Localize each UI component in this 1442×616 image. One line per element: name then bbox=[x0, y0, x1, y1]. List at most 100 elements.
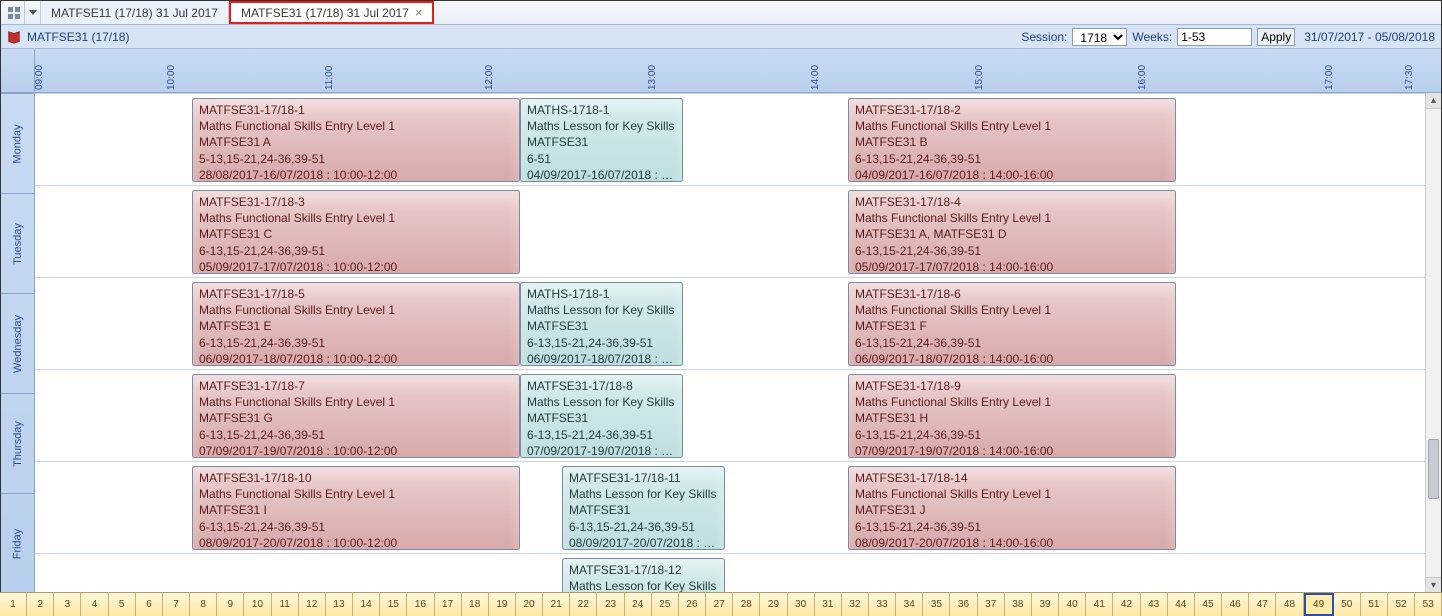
week-cell[interactable]: 34 bbox=[896, 593, 923, 616]
week-cell[interactable]: 13 bbox=[326, 593, 353, 616]
hour-mark: 10:00 bbox=[166, 65, 177, 90]
week-cell[interactable]: 30 bbox=[788, 593, 815, 616]
timetable-event[interactable]: MATFSE31-17/18-1Maths Functional Skills … bbox=[192, 98, 520, 182]
day-row: MATFSE31-17/18-3Maths Functional Skills … bbox=[35, 185, 1441, 277]
week-cell[interactable]: 16 bbox=[407, 593, 434, 616]
hour-mark: 13:00 bbox=[647, 65, 658, 90]
day-row: MATFSE31-17/18-10Maths Functional Skills… bbox=[35, 461, 1441, 553]
day-label: Tuesday bbox=[1, 193, 34, 293]
week-cell[interactable]: 7 bbox=[163, 593, 190, 616]
tab-matfse11[interactable]: MATFSE11 (17/18) 31 Jul 2017 bbox=[41, 1, 229, 24]
close-icon[interactable]: × bbox=[415, 5, 423, 20]
scroll-thumb[interactable] bbox=[1428, 439, 1439, 499]
tab-dropdown-icon[interactable] bbox=[25, 1, 41, 24]
week-cell[interactable]: 43 bbox=[1141, 593, 1168, 616]
week-cell[interactable]: 42 bbox=[1113, 593, 1140, 616]
hour-mark: 17:30 bbox=[1404, 65, 1415, 90]
week-cell[interactable]: 15 bbox=[380, 593, 407, 616]
timetable-event[interactable]: MATFSE31-17/18-10Maths Functional Skills… bbox=[192, 466, 520, 550]
timetable-event[interactable]: MATFSE31-17/18-7Maths Functional Skills … bbox=[192, 374, 520, 458]
vertical-scrollbar[interactable]: ▴ ▾ bbox=[1425, 93, 1441, 593]
week-cell[interactable]: 23 bbox=[597, 593, 624, 616]
day-row: MATFSE31-17/18-5Maths Functional Skills … bbox=[35, 277, 1441, 369]
session-label: Session: bbox=[1021, 30, 1067, 44]
week-cell[interactable]: 37 bbox=[978, 593, 1005, 616]
timetable-event[interactable]: MATFSE31-17/18-3Maths Functional Skills … bbox=[192, 190, 520, 274]
title-bar: MATFSE31 (17/18) Session: 1718 Weeks: Ap… bbox=[1, 25, 1441, 49]
week-cell[interactable]: 31 bbox=[815, 593, 842, 616]
page-title: MATFSE31 (17/18) bbox=[27, 30, 129, 44]
week-cell[interactable]: 39 bbox=[1032, 593, 1059, 616]
timetable-event[interactable]: MATHS-1718-1Maths Lesson for Key SkillsM… bbox=[520, 98, 683, 182]
tab-matfse31[interactable]: MATFSE31 (17/18) 31 Jul 2017 × bbox=[229, 1, 434, 24]
scroll-down-icon[interactable]: ▾ bbox=[1426, 577, 1441, 593]
timetable-event[interactable]: MATFSE31-17/18-12Maths Lesson for Key Sk… bbox=[562, 558, 725, 593]
week-cell[interactable]: 1 bbox=[0, 593, 27, 616]
week-cell[interactable]: 21 bbox=[543, 593, 570, 616]
week-cell[interactable]: 50 bbox=[1334, 593, 1361, 616]
timetable-event[interactable]: MATFSE31-17/18-11Maths Lesson for Key Sk… bbox=[562, 466, 725, 550]
timetable-event[interactable]: MATFSE31-17/18-6Maths Functional Skills … bbox=[848, 282, 1176, 366]
week-cell[interactable]: 11 bbox=[272, 593, 299, 616]
hour-mark: 15:00 bbox=[974, 65, 985, 90]
week-cell[interactable]: 41 bbox=[1086, 593, 1113, 616]
week-cell[interactable]: 9 bbox=[217, 593, 244, 616]
week-cell[interactable]: 29 bbox=[760, 593, 787, 616]
timetable-event[interactable]: MATFSE31-17/18-4Maths Functional Skills … bbox=[848, 190, 1176, 274]
week-cell[interactable]: 33 bbox=[869, 593, 896, 616]
week-cell[interactable]: 17 bbox=[435, 593, 462, 616]
week-cell[interactable]: 10 bbox=[244, 593, 271, 616]
scroll-up-icon[interactable]: ▴ bbox=[1426, 93, 1441, 109]
week-cell[interactable]: 26 bbox=[679, 593, 706, 616]
week-cell[interactable]: 45 bbox=[1195, 593, 1222, 616]
week-cell[interactable]: 14 bbox=[353, 593, 380, 616]
timetable-event[interactable]: MATFSE31-17/18-2Maths Functional Skills … bbox=[848, 98, 1176, 182]
weeks-input[interactable] bbox=[1177, 28, 1252, 46]
week-cell[interactable]: 53 bbox=[1415, 593, 1442, 616]
timetable-event[interactable]: MATFSE31-17/18-8Maths Lesson for Key Ski… bbox=[520, 374, 683, 458]
hour-mark: 17:00 bbox=[1324, 65, 1335, 90]
timetable-event[interactable]: MATFSE31-17/18-5Maths Functional Skills … bbox=[192, 282, 520, 366]
timetable-event[interactable]: MATFSE31-17/18-14Maths Functional Skills… bbox=[848, 466, 1176, 550]
time-ruler: 09:0010:0011:0012:0013:0014:0015:0016:00… bbox=[1, 49, 1441, 93]
week-cell[interactable]: 3 bbox=[54, 593, 81, 616]
week-cell[interactable]: 25 bbox=[652, 593, 679, 616]
week-cell[interactable]: 46 bbox=[1222, 593, 1249, 616]
week-cell[interactable]: 36 bbox=[950, 593, 977, 616]
day-label: Thursday bbox=[1, 393, 34, 493]
week-cell[interactable]: 32 bbox=[842, 593, 869, 616]
week-cell[interactable]: 44 bbox=[1168, 593, 1195, 616]
hour-mark: 14:00 bbox=[810, 65, 821, 90]
week-cell[interactable]: 35 bbox=[923, 593, 950, 616]
hour-mark: 11:00 bbox=[324, 66, 335, 90]
week-cell[interactable]: 27 bbox=[706, 593, 733, 616]
apply-button[interactable]: Apply bbox=[1257, 28, 1295, 46]
week-cell[interactable]: 6 bbox=[136, 593, 163, 616]
week-cell[interactable]: 38 bbox=[1005, 593, 1032, 616]
week-cell[interactable]: 19 bbox=[489, 593, 516, 616]
week-cell[interactable]: 47 bbox=[1249, 593, 1276, 616]
week-cell[interactable]: 51 bbox=[1361, 593, 1388, 616]
week-cell[interactable]: 8 bbox=[190, 593, 217, 616]
tab-bar: MATFSE11 (17/18) 31 Jul 2017 MATFSE31 (1… bbox=[1, 1, 1441, 25]
week-cell[interactable]: 2 bbox=[27, 593, 54, 616]
grid-view-icon[interactable] bbox=[3, 1, 25, 24]
week-cell[interactable]: 52 bbox=[1388, 593, 1415, 616]
week-cell[interactable]: 22 bbox=[570, 593, 597, 616]
week-cell[interactable]: 18 bbox=[462, 593, 489, 616]
week-cell[interactable]: 49 bbox=[1304, 593, 1334, 616]
week-cell[interactable]: 12 bbox=[299, 593, 326, 616]
day-row: MATFSE31-17/18-7Maths Functional Skills … bbox=[35, 369, 1441, 461]
week-cell[interactable]: 28 bbox=[733, 593, 760, 616]
session-select[interactable]: 1718 bbox=[1072, 28, 1127, 46]
week-cell[interactable]: 20 bbox=[516, 593, 543, 616]
week-cell[interactable]: 24 bbox=[625, 593, 652, 616]
timetable-event[interactable]: MATHS-1718-1Maths Lesson for Key SkillsM… bbox=[520, 282, 683, 366]
week-cell[interactable]: 40 bbox=[1059, 593, 1086, 616]
week-cell[interactable]: 48 bbox=[1276, 593, 1303, 616]
timetable-event[interactable]: MATFSE31-17/18-9Maths Functional Skills … bbox=[848, 374, 1176, 458]
day-label: Wednesday bbox=[1, 293, 34, 393]
week-cell[interactable]: 5 bbox=[109, 593, 136, 616]
weeks-label: Weeks: bbox=[1132, 30, 1172, 44]
week-cell[interactable]: 4 bbox=[81, 593, 108, 616]
